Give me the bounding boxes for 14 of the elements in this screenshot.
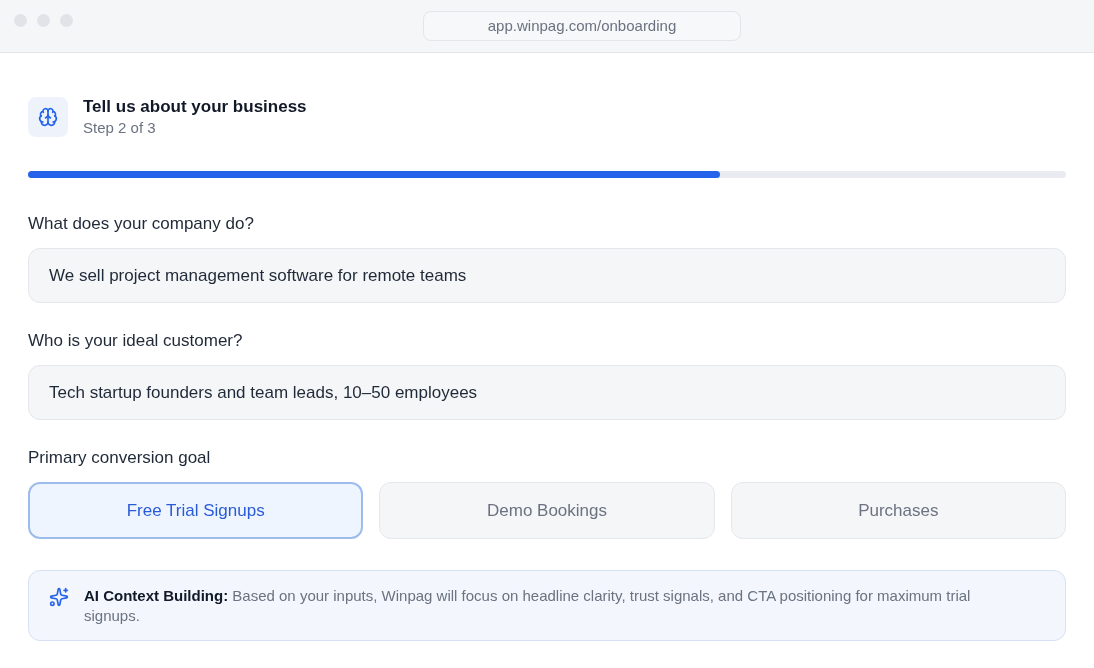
goal-option[interactable]: Demo Bookings	[379, 482, 715, 539]
url-field[interactable]: app.winpag.com/onboarding	[423, 11, 741, 41]
sparkles-icon	[49, 587, 69, 607]
brain-icon	[28, 97, 68, 137]
field-label: What does your company do?	[28, 213, 255, 235]
text-input[interactable]: Tech startup founders and team leads, 10–50 employees	[28, 365, 1066, 420]
info-text: AI Context Building: Based on your inputs, Winpag will focus on headline clarity, trust signals, and CTA positioning for maximum trial signups.	[84, 586, 972, 626]
step-indicator: Step 2 of 3	[83, 118, 157, 138]
goal-option[interactable]: Free Trial Signups	[28, 482, 364, 539]
goal-option[interactable]: Purchases	[730, 482, 1066, 539]
field-label: Who is your ideal customer?	[28, 330, 244, 352]
field-label: Primary conversion goal	[28, 447, 212, 469]
page-title: Tell us about your business	[83, 96, 307, 118]
text-input[interactable]: We sell project management software for remote teams	[28, 248, 1066, 303]
